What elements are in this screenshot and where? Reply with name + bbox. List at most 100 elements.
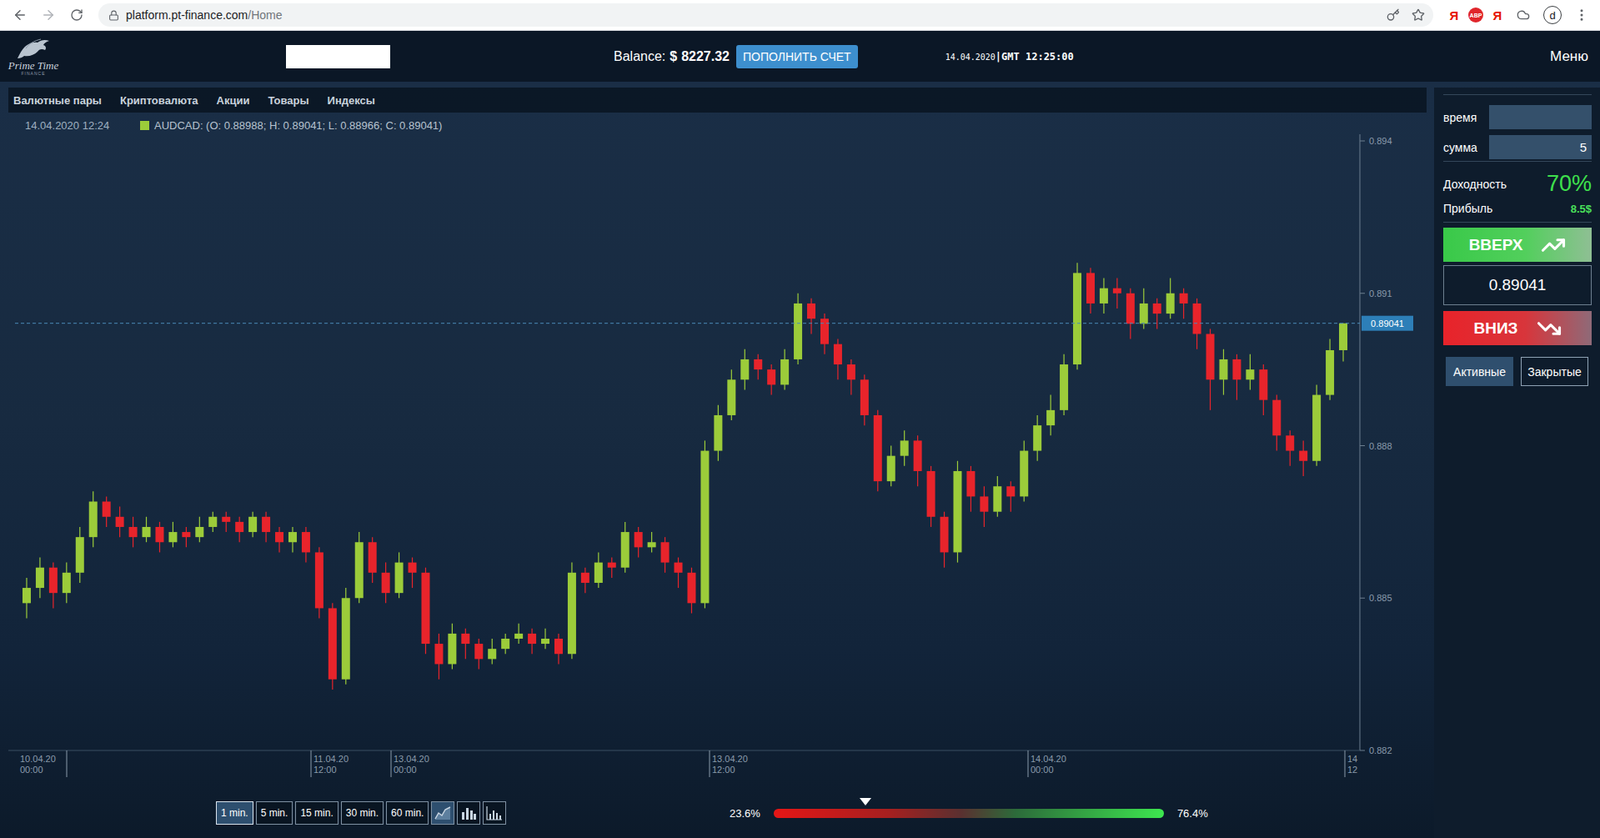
candle bbox=[1059, 354, 1069, 416]
y-tick: 0.894 bbox=[1359, 135, 1393, 146]
chart-type-button[interactable] bbox=[456, 801, 481, 825]
candle bbox=[1179, 288, 1189, 320]
browser-menu-button[interactable] bbox=[1569, 3, 1594, 27]
candle bbox=[833, 339, 843, 381]
candle bbox=[208, 511, 217, 532]
url: platform.pt-finance.com/Home bbox=[125, 8, 283, 22]
address-bar[interactable]: platform.pt-finance.com/Home bbox=[98, 3, 1434, 27]
sentiment-marker bbox=[859, 797, 872, 806]
market-tab[interactable]: Индексы bbox=[327, 94, 376, 107]
market-tab[interactable]: Криптовалюта bbox=[120, 94, 199, 107]
svg-text:0.882: 0.882 bbox=[1369, 745, 1393, 756]
candle bbox=[248, 511, 257, 537]
deal-tab[interactable]: Активные bbox=[1445, 356, 1514, 387]
market-tabs: Валютные пары Криптовалюта Акции Товары Инде… bbox=[8, 87, 1427, 113]
x-tick: 13.04.2012:00 bbox=[709, 750, 748, 778]
candle bbox=[820, 313, 829, 355]
candle bbox=[381, 562, 391, 604]
logo[interactable]: Prime TimeFINANCE bbox=[0, 36, 67, 76]
deposit-button[interactable]: ПОПОЛНИТЬ СЧЕТ bbox=[736, 45, 858, 69]
candle bbox=[1232, 354, 1241, 401]
profile-avatar[interactable]: d bbox=[1543, 5, 1562, 25]
candle bbox=[1113, 277, 1122, 309]
divider bbox=[1443, 94, 1592, 96]
yield-row: Доходность70% bbox=[1443, 170, 1592, 197]
account-field[interactable] bbox=[285, 45, 391, 69]
market-tab[interactable]: Валютные пары bbox=[13, 94, 102, 107]
amount-field[interactable] bbox=[1489, 135, 1592, 160]
svg-text:10.04.20: 10.04.20 bbox=[20, 753, 56, 764]
server-clock: 14.04.2020|GMT 12:25:00 bbox=[945, 50, 1074, 63]
key-icon[interactable] bbox=[1386, 8, 1400, 22]
back-button[interactable] bbox=[8, 3, 32, 27]
svg-text:13.04.20: 13.04.20 bbox=[712, 753, 748, 764]
candle bbox=[661, 536, 670, 573]
candle bbox=[22, 577, 31, 619]
forward-button[interactable] bbox=[36, 3, 61, 27]
svg-text:00:00: 00:00 bbox=[1030, 764, 1054, 775]
chart-type-button[interactable] bbox=[482, 801, 507, 825]
extension-button[interactable] bbox=[1511, 3, 1535, 27]
timeframe-button[interactable]: 30 min. bbox=[341, 801, 384, 825]
timeframe-button[interactable]: 5 min. bbox=[255, 801, 294, 825]
time-field[interactable] bbox=[1489, 105, 1592, 130]
candle bbox=[1019, 440, 1029, 502]
candle bbox=[261, 511, 271, 543]
candle bbox=[1325, 339, 1335, 401]
sentiment: 23.6%76.4% bbox=[729, 807, 1209, 820]
candle bbox=[221, 511, 231, 532]
menu-link[interactable]: Меню bbox=[1549, 48, 1600, 66]
candle bbox=[275, 526, 284, 552]
candle bbox=[461, 628, 470, 660]
area-chart-icon bbox=[434, 805, 452, 821]
candle bbox=[1126, 288, 1135, 340]
x-tick: 14.04.2000:00 bbox=[1028, 750, 1067, 778]
star-icon[interactable] bbox=[1411, 8, 1425, 22]
down-button[interactable]: ВНИЗ bbox=[1443, 310, 1592, 346]
x-axis bbox=[8, 750, 1360, 752]
svg-text:0.89041: 0.89041 bbox=[1370, 318, 1405, 329]
x-tick: 13.04.2000:00 bbox=[391, 750, 430, 778]
candle bbox=[527, 628, 537, 654]
svg-text:12:00: 12:00 bbox=[712, 764, 736, 775]
app-header: Prime TimeFINANCEBalance:$8227.32ПОПОЛНИ… bbox=[0, 30, 1600, 82]
deal-tab[interactable]: Закрытые bbox=[1520, 356, 1589, 387]
candle bbox=[740, 349, 749, 391]
candle bbox=[368, 536, 377, 583]
candle bbox=[900, 430, 909, 467]
chart-type-button[interactable] bbox=[431, 801, 455, 825]
up-button[interactable]: ВВЕРХ bbox=[1443, 227, 1592, 262]
extension-letter[interactable]: Я bbox=[1488, 8, 1507, 23]
deal-tabs: АктивныеЗакрытые bbox=[1443, 356, 1592, 387]
candle bbox=[1153, 298, 1162, 330]
trend-down-icon bbox=[1536, 315, 1562, 342]
candle bbox=[713, 405, 723, 462]
reload-icon bbox=[70, 8, 84, 22]
candle bbox=[1272, 395, 1281, 452]
candle bbox=[1166, 277, 1175, 319]
timeframe-button[interactable]: 15 min. bbox=[295, 801, 338, 825]
extension-letter[interactable]: Я bbox=[1444, 8, 1464, 23]
extension-badge[interactable]: ABP bbox=[1468, 7, 1484, 23]
price-chart[interactable]: 14.04.2020 12:24AUDCAD: (O: 0.88988; H: … bbox=[8, 112, 1427, 788]
candle bbox=[674, 557, 683, 589]
market-tab[interactable]: Акции bbox=[216, 94, 251, 107]
timeframe-button[interactable]: 60 min. bbox=[386, 801, 429, 825]
candle bbox=[35, 557, 45, 599]
candle bbox=[847, 359, 856, 396]
chart-controls: 1 min.5 min.15 min.30 min.60 min. 23.6%76… bbox=[8, 787, 1427, 838]
candle bbox=[514, 623, 523, 644]
amount-row: сумма bbox=[1443, 135, 1592, 160]
y-tick: 0.888 bbox=[1359, 441, 1393, 452]
candle bbox=[1033, 415, 1042, 462]
candle bbox=[1046, 395, 1055, 437]
candle bbox=[115, 506, 125, 538]
market-tab[interactable]: Товары bbox=[267, 94, 309, 107]
candle bbox=[1258, 364, 1268, 416]
legend-swatch bbox=[140, 120, 150, 131]
logo-subtitle: FINANCE bbox=[21, 70, 46, 76]
candle bbox=[594, 551, 603, 588]
timeframe-button[interactable]: 1 min. bbox=[215, 801, 254, 825]
reload-button[interactable] bbox=[65, 3, 89, 27]
candle bbox=[181, 526, 191, 547]
